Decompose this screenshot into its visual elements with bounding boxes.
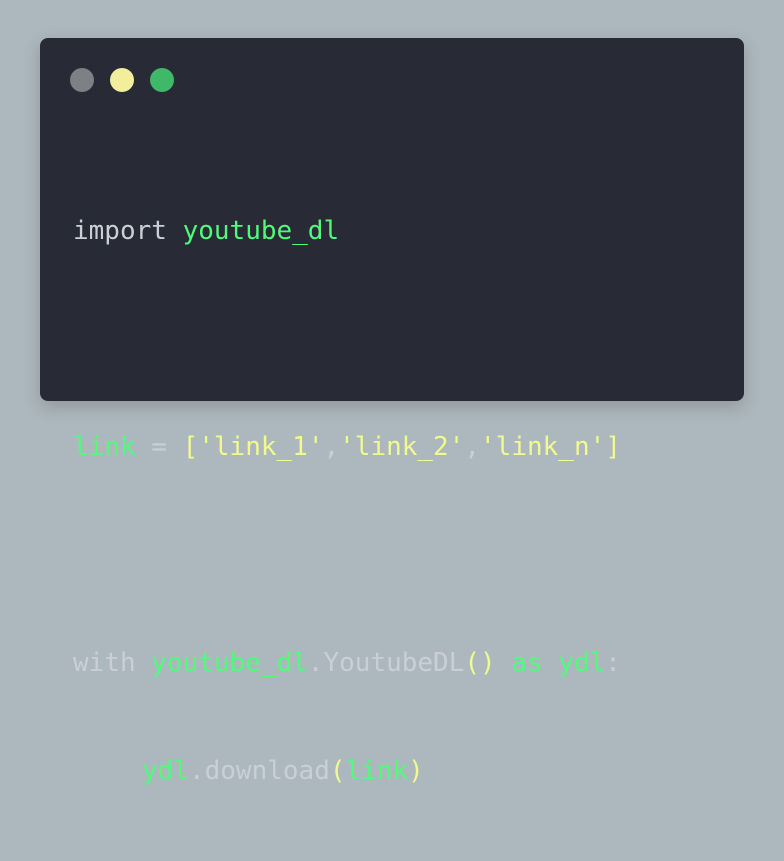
comma: ,	[464, 432, 481, 462]
module-name: youtube_dl	[182, 216, 340, 246]
assign-operator: =	[135, 432, 183, 462]
argument-link: link	[345, 756, 409, 786]
variable-link: link	[73, 432, 136, 462]
code-line-3: with youtube_dl.YoutubeDL() as ydl:	[73, 645, 621, 681]
paren-open: (	[329, 756, 346, 786]
dot-operator: .	[188, 756, 205, 786]
keyword-with: with	[73, 648, 152, 678]
paren-close: )	[408, 756, 424, 786]
code-line-1: import youtube_dl	[73, 213, 621, 249]
code-block: import youtube_dl link = ['link_1','link…	[73, 141, 621, 861]
method-download: download	[204, 756, 330, 786]
code-line-2: link = ['link_1','link_2','link_n']	[73, 429, 621, 465]
maximize-dot[interactable]	[150, 68, 174, 92]
module-name: youtube_dl	[151, 648, 308, 678]
comma: ,	[323, 432, 340, 462]
object-ydl: ydl	[142, 756, 189, 786]
dot-operator: .	[307, 648, 324, 678]
keyword-as: as	[495, 648, 559, 678]
bracket-open: [	[182, 432, 199, 462]
call-parens: ()	[464, 648, 496, 678]
string-link-2: 'link_2'	[339, 432, 465, 462]
minimize-dot[interactable]	[110, 68, 134, 92]
string-link-1: 'link_1'	[198, 432, 324, 462]
code-line-4: ydl.download(link)	[73, 753, 621, 789]
class-name: YoutubeDL	[323, 648, 465, 678]
string-link-n: 'link_n'	[480, 432, 606, 462]
colon: :	[605, 648, 621, 678]
keyword-import: import	[73, 216, 183, 246]
close-dot[interactable]	[70, 68, 94, 92]
bracket-close: ]	[605, 432, 621, 462]
code-window: import youtube_dl link = ['link_1','link…	[40, 38, 744, 786]
window-controls	[70, 68, 174, 92]
alias-ydl: ydl	[558, 648, 606, 678]
